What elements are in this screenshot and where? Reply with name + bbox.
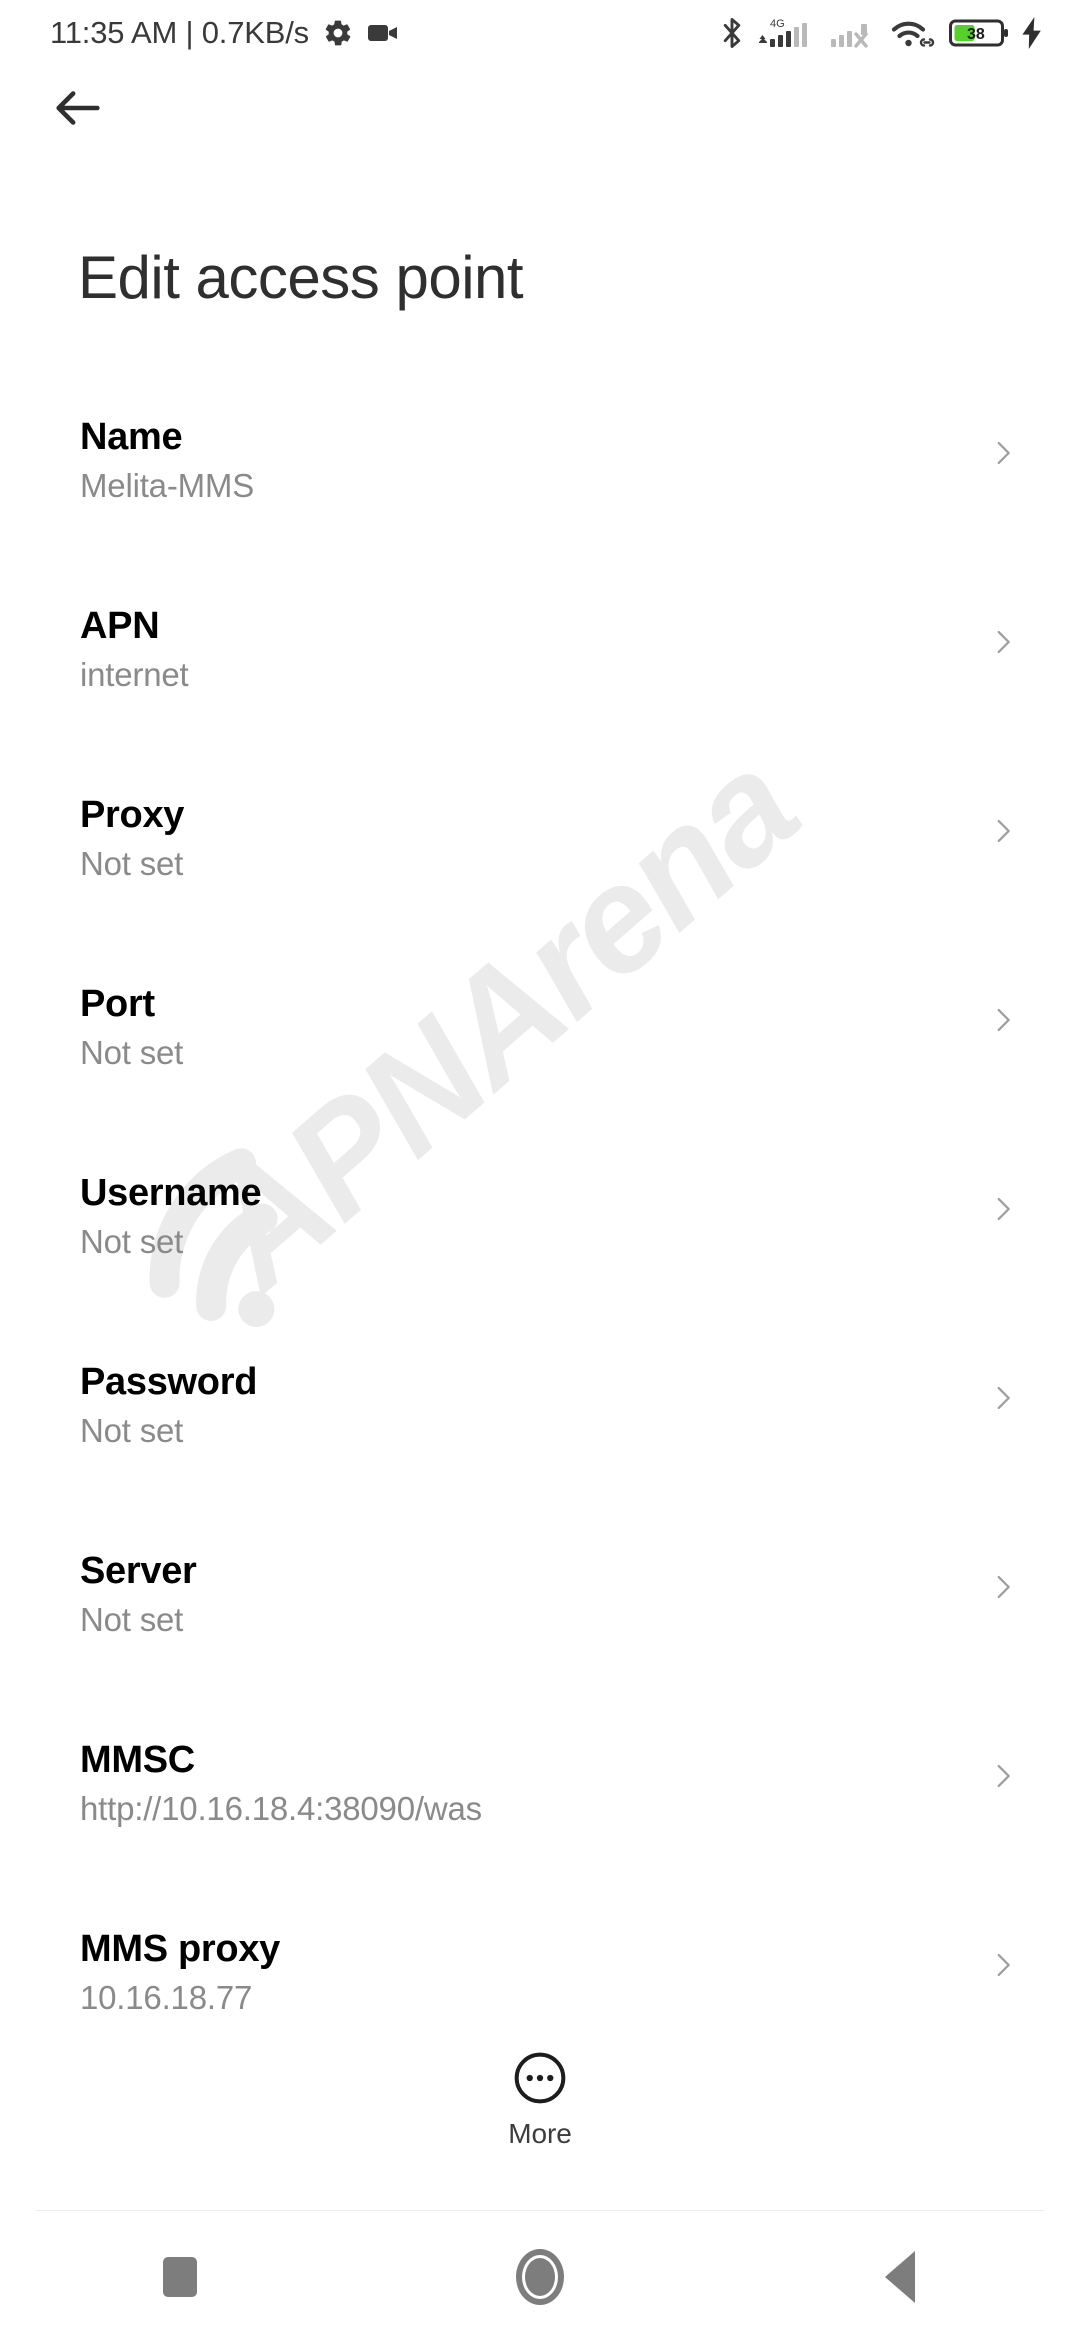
- list-item-texts: MMSC http://10.16.18.4:38090/was: [80, 1719, 482, 1831]
- list-item-value: Melita-MMS: [80, 467, 255, 504]
- list-item-title: Password: [80, 1361, 258, 1403]
- list-item-title: Port: [80, 983, 155, 1025]
- list-item-texts: Name Melita-MMS: [80, 396, 254, 508]
- list-item[interactable]: Port Not set: [0, 963, 1080, 1152]
- list-item-title: APN: [80, 605, 160, 647]
- chevron-right-icon: [986, 1381, 1020, 1415]
- bluetooth-icon: [719, 16, 745, 50]
- list-item-texts: Username Not set: [80, 1152, 262, 1264]
- bottom-divider: [36, 2210, 1044, 2211]
- status-bar-right: 4G 38: [719, 16, 1044, 50]
- list-item-value: http://10.16.18.4:38090/was: [80, 1790, 482, 1827]
- navigation-bar: [0, 2214, 1080, 2340]
- list-item-texts: APN internet: [80, 585, 189, 697]
- svg-text:38: 38: [967, 26, 985, 43]
- list-item-value: Not set: [80, 1601, 184, 1638]
- list-item-value: 10.16.18.77: [80, 1979, 253, 2016]
- chevron-right-icon: [986, 1192, 1020, 1226]
- list-item-value: Not set: [80, 1412, 184, 1449]
- video-camera-icon: [367, 21, 399, 45]
- list-item[interactable]: MMSC http://10.16.18.4:38090/was: [0, 1719, 1080, 1908]
- list-item[interactable]: Name Melita-MMS: [0, 396, 1080, 585]
- list-item-title: MMSC: [80, 1739, 195, 1781]
- battery-icon: 38: [949, 18, 1009, 48]
- back-button[interactable]: [42, 72, 114, 144]
- list-item[interactable]: Password Not set: [0, 1341, 1080, 1530]
- list-item-texts: Server Not set: [80, 1530, 197, 1642]
- gear-icon: [323, 18, 353, 48]
- access-point-field-list: Name Melita-MMS APN internet Proxy Not s…: [0, 396, 1080, 2097]
- page-title: Edit access point: [78, 244, 524, 311]
- chevron-right-icon: [986, 436, 1020, 470]
- arrow-left-icon: [49, 79, 107, 137]
- status-bar-left: 11:35 AM | 0.7KB/s: [50, 15, 399, 51]
- chevron-right-icon: [986, 1759, 1020, 1793]
- charging-bolt-icon: [1020, 17, 1044, 49]
- svg-text:4G: 4G: [770, 18, 785, 30]
- list-item-title: Username: [80, 1172, 262, 1214]
- more-circle-icon: [512, 2050, 568, 2106]
- chevron-right-icon: [986, 1948, 1020, 1982]
- list-item-value: Not set: [80, 1223, 184, 1260]
- home-button[interactable]: [450, 2214, 630, 2340]
- list-item[interactable]: Username Not set: [0, 1152, 1080, 1341]
- list-item-value: Not set: [80, 845, 184, 882]
- list-item-title: Name: [80, 416, 183, 458]
- more-button[interactable]: More: [0, 2050, 1080, 2150]
- circle-home-icon: [516, 2249, 564, 2305]
- status-bar: 11:35 AM | 0.7KB/s 4G 38: [0, 0, 1080, 66]
- list-item-texts: Proxy Not set: [80, 774, 184, 886]
- list-item-title: MMS proxy: [80, 1928, 280, 1970]
- chevron-right-icon: [986, 625, 1020, 659]
- chevron-right-icon: [986, 814, 1020, 848]
- list-item[interactable]: Proxy Not set: [0, 774, 1080, 963]
- list-item-value: internet: [80, 656, 189, 693]
- list-item-texts: MMS proxy 10.16.18.77: [80, 1908, 280, 2020]
- mobile-signal-4g-icon: 4G: [756, 16, 818, 50]
- back-nav-button[interactable]: [810, 2214, 990, 2340]
- list-item-texts: Password Not set: [80, 1341, 257, 1453]
- list-item[interactable]: Server Not set: [0, 1530, 1080, 1719]
- list-item-title: Server: [80, 1550, 197, 1592]
- triangle-back-icon: [885, 2251, 915, 2303]
- chevron-right-icon: [986, 1570, 1020, 1604]
- list-item-value: Not set: [80, 1034, 184, 1071]
- square-recents-icon: [163, 2257, 197, 2297]
- status-clock: 11:35 AM | 0.7KB/s: [50, 15, 309, 50]
- list-item-texts: Port Not set: [80, 963, 183, 1075]
- chevron-right-icon: [986, 1003, 1020, 1037]
- recents-button[interactable]: [90, 2214, 270, 2340]
- mobile-signal-no-service-icon: [829, 16, 879, 50]
- list-item-title: Proxy: [80, 794, 185, 836]
- list-item[interactable]: APN internet: [0, 585, 1080, 774]
- wifi-icon: [890, 16, 938, 50]
- more-button-label: More: [508, 2118, 572, 2149]
